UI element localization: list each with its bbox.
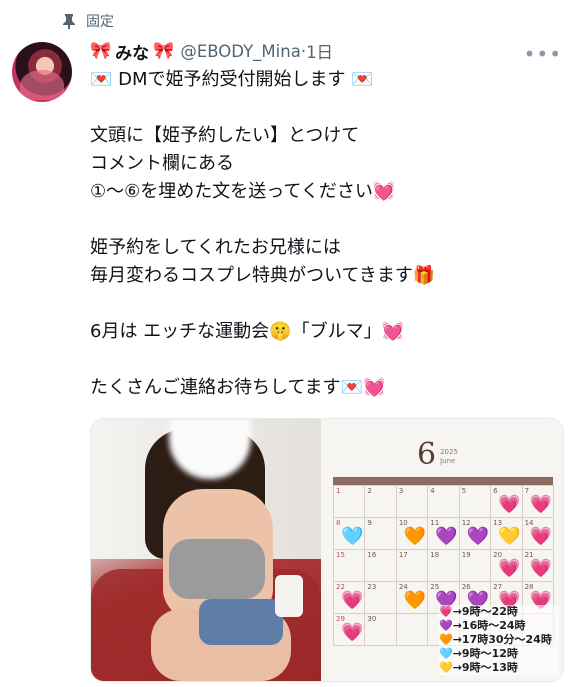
pinned-indicator: 固定: [62, 11, 114, 31]
author-name[interactable]: 🎀 みな 🎀: [90, 39, 174, 64]
calendar-day: 5: [459, 486, 492, 518]
calendar-day-number: 9: [367, 519, 372, 527]
calendar-day: 3: [396, 486, 429, 518]
calendar-day-number: 7: [524, 487, 530, 495]
calendar-day-number: 3: [398, 487, 404, 495]
pinned-label: 固定: [86, 14, 114, 30]
calendar-day: 12 💜: [459, 518, 492, 550]
calendar-day-number: 1: [336, 487, 341, 495]
heart-icon: 💜: [466, 526, 490, 547]
bow-emoji: 🎀: [90, 41, 112, 61]
more-dots-icon[interactable]: •••: [524, 42, 562, 66]
calendar-day: 6 💗: [491, 486, 523, 518]
calendar-day: [396, 614, 429, 646]
calendar-day-number: 8: [336, 519, 341, 527]
heart-icon: 🧡: [403, 526, 427, 547]
calendar-day: 15: [334, 550, 366, 582]
calendar-day-number: 2: [367, 487, 372, 495]
calendar-day: 30: [365, 614, 397, 646]
heart-icon: 💗: [341, 622, 364, 643]
calendar-day-number: 16: [367, 551, 377, 559]
calendar-day: 8 🩵: [334, 518, 366, 550]
calendar-day-number: 19: [461, 551, 471, 559]
heart-icon: 💗: [529, 494, 552, 515]
calendar-day: 4: [428, 486, 460, 518]
calendar-header-bar: [333, 477, 553, 485]
calendar-day: 24 🧡: [396, 582, 429, 614]
calendar-day: 7 💗: [522, 486, 554, 518]
legend-item: 💛→9時〜13時: [439, 661, 518, 674]
bow-emoji: 🎀: [153, 41, 175, 61]
calendar-day-number: 17: [398, 551, 408, 559]
calendar-day-number: 23: [367, 583, 377, 591]
heart-icon: 💗: [498, 558, 521, 579]
legend-item: 💜→16時〜24時: [439, 619, 526, 632]
calendar-year-label: 2025 June: [440, 448, 458, 465]
calendar-month: 6: [417, 437, 437, 472]
calendar-day-number: 18: [430, 551, 440, 559]
avatar[interactable]: [12, 42, 72, 102]
legend-item: 🩵→9時〜12時: [439, 647, 518, 660]
calendar-day: 14 💗: [522, 518, 554, 550]
calendar-day-number: 15: [336, 551, 345, 559]
calendar-day: 17: [396, 550, 429, 582]
calendar-day: 22 💗: [334, 582, 366, 614]
heart-icon: 💗: [341, 590, 364, 611]
tweet-text: 💌 DMで姫予約受付開始します 💌 文頭に【姫予約したい】とつけて コメント欄に…: [90, 69, 436, 398]
heart-icon: 💛: [498, 526, 521, 547]
calendar-day: 18: [428, 550, 460, 582]
pin-icon: [62, 13, 76, 29]
photo-image[interactable]: [91, 419, 321, 681]
calendar-day: 21 💗: [522, 550, 554, 582]
calendar-day: 9: [365, 518, 397, 550]
calendar-day: 13 💛: [491, 518, 523, 550]
calendar-day: 19: [459, 550, 492, 582]
calendar-day: 10 🧡: [396, 518, 429, 550]
calendar-day-number: 4: [430, 487, 435, 495]
calendar-day: 11 💜: [428, 518, 460, 550]
calendar-day: 23: [365, 582, 397, 614]
author-handle[interactable]: @EBODY_Mina: [180, 42, 300, 61]
calendar-day-number: 6: [493, 487, 498, 495]
calendar-legend: 💗→9時〜22時 💜→16時〜24時 🧡→17時30分〜24時 🩵→9時〜12時 💛→9…: [439, 605, 559, 675]
heart-icon: 💗: [498, 494, 521, 515]
heart-icon: 🧡: [403, 590, 427, 611]
calendar-title: 6 2025 June: [417, 437, 458, 472]
legend-item: 🧡→17時30分〜24時: [439, 633, 552, 646]
heart-icon: 💜: [435, 526, 458, 547]
calendar-day: 29 💗: [334, 614, 366, 646]
calendar-day-number: 5: [461, 487, 467, 495]
legend-item: 💗→9時〜22時: [439, 605, 518, 618]
calendar-day: 1: [334, 486, 366, 518]
calendar-day-number: 30: [367, 615, 377, 623]
heart-icon: 💗: [529, 558, 552, 579]
calendar-day: 2: [365, 486, 397, 518]
tweet-media[interactable]: 6 2025 June 1 2 3 4 5 6 💗 7 💗 8 🩵 9 10 🧡 11 💜 12 💜 13 💛 14 💗 15…: [90, 418, 564, 682]
calendar-image[interactable]: 6 2025 June 1 2 3 4 5 6 💗 7 💗 8 🩵 9 10 🧡 11 💜 12 💜 13 💛 14 💗 15…: [321, 419, 563, 681]
heart-icon: 💗: [529, 526, 552, 547]
calendar-day: 20 💗: [491, 550, 523, 582]
tweet-header: 🎀 みな 🎀 @EBODY_Mina · 1日: [90, 38, 564, 64]
tweet-time[interactable]: 1日: [306, 39, 333, 63]
calendar-day: 16: [365, 550, 397, 582]
heart-icon: 🩵: [341, 526, 364, 547]
author-display-name: みな: [115, 43, 150, 64]
